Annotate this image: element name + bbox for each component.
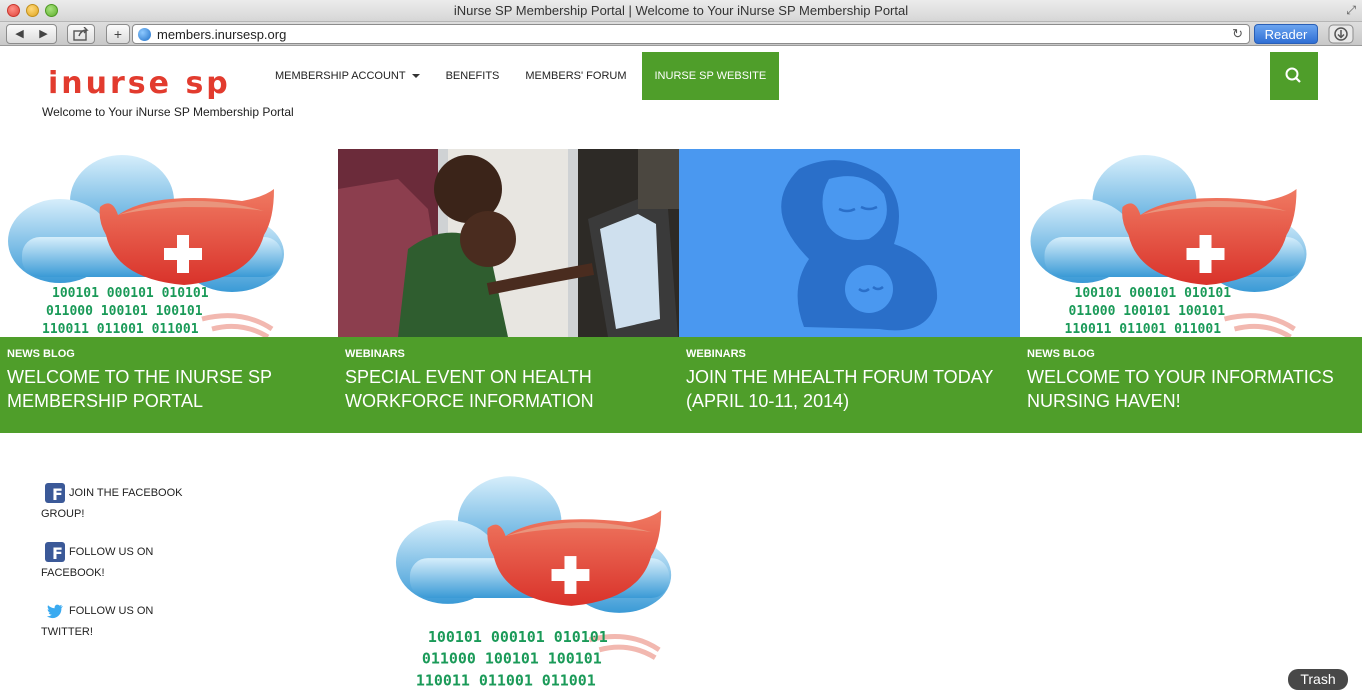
reload-icon[interactable]: ↻ — [1232, 26, 1243, 42]
chevron-down-icon — [411, 74, 420, 79]
facebook-icon — [45, 542, 65, 564]
twitter-icon — [46, 604, 63, 619]
new-tab-button[interactable]: + — [106, 24, 130, 44]
forward-arrow-icon[interactable]: ▶ — [32, 25, 56, 43]
binary-row: 011000 100101 100101 — [422, 650, 602, 668]
featured-caption: NEWS BLOG WELCOME TO YOUR INFORMATICS NU… — [1020, 337, 1362, 433]
binary-row: 100101 000101 010101 — [52, 286, 209, 301]
post-category[interactable]: WEBINARS — [345, 348, 672, 360]
reader-button[interactable]: Reader — [1254, 24, 1318, 44]
binary-row: 110011 011001 011001 — [416, 672, 596, 690]
share-icon — [73, 26, 89, 41]
binary-row: 100101 000101 010101 — [1075, 286, 1232, 301]
facebook-icon — [45, 483, 65, 505]
binary-row: 100101 000101 010101 — [428, 628, 608, 646]
featured-image[interactable]: 100101 000101 010101 011000 100101 10010… — [1020, 149, 1361, 337]
featured-image[interactable]: 100101 000101 010101 011000 100101 10010… — [0, 149, 341, 337]
back-arrow-icon[interactable]: ◀ — [8, 25, 32, 43]
window-title: iNurse SP Membership Portal | Welcome to… — [453, 3, 909, 18]
inurse-logo-image: 100101 000101 010101 011000 100101 10010… — [0, 149, 341, 337]
svg-text:inurse sp: inurse sp — [48, 66, 230, 99]
downloads-button[interactable] — [1328, 24, 1354, 44]
featured-image[interactable] — [338, 149, 679, 337]
featured-caption: WEBINARS SPECIAL EVENT ON HEALTH WORKFOR… — [338, 337, 679, 433]
address-bar[interactable]: members.inursesp.org ↻ — [132, 24, 1250, 44]
inurse-large-logo: 100101 000101 010101 011000 100101 10010… — [388, 466, 728, 696]
site-header: inurse sp Welcome to Your iNurse SP Memb… — [0, 47, 1362, 147]
post-category[interactable]: NEWS BLOG — [7, 348, 334, 360]
featured-post[interactable]: WEBINARS SPECIAL EVENT ON HEALTH WORKFOR… — [338, 149, 679, 433]
window-titlebar: iNurse SP Membership Portal | Welcome to… — [0, 0, 1362, 22]
binary-row: 110011 011001 011001 — [42, 322, 199, 337]
featured-caption: NEWS BLOG WELCOME TO THE INURSE SP MEMBE… — [0, 337, 341, 433]
download-icon — [1328, 24, 1354, 44]
post-title[interactable]: JOIN THE MHEALTH FORUM TODAY (APRIL 10-1… — [686, 365, 1013, 413]
facebook-group-link[interactable]: JOIN THE FACEBOOK GROUP! — [41, 483, 201, 525]
back-forward-buttons: ◀ ▶ — [6, 24, 57, 44]
post-category[interactable]: NEWS BLOG — [1027, 348, 1355, 360]
post-title[interactable]: WELCOME TO YOUR INFORMATICS NURSING HAVE… — [1027, 365, 1355, 413]
inurse-logo-image: 100101 000101 010101 011000 100101 10010… — [1020, 149, 1361, 337]
search-icon — [1285, 67, 1301, 83]
facebook-page-link[interactable]: FOLLOW US ON FACEBOOK! — [41, 542, 201, 584]
social-links-widget: JOIN THE FACEBOOK GROUP! FOLLOW US ON FA… — [41, 483, 201, 660]
nav-members-forum[interactable]: MEMBERS' FORUM — [512, 52, 639, 100]
globe-icon — [138, 28, 151, 41]
share-button[interactable] — [67, 24, 95, 44]
post-category[interactable]: WEBINARS — [686, 348, 1013, 360]
fullscreen-icon[interactable]: ⤢ — [1346, 3, 1356, 18]
nav-label: MEMBERSHIP ACCOUNT — [275, 70, 406, 82]
featured-post[interactable]: 100101 000101 010101 011000 100101 10010… — [0, 149, 341, 433]
address-text[interactable]: members.inursesp.org — [157, 27, 286, 42]
nav-inurse-sp-website[interactable]: INURSE SP WEBSITE — [641, 52, 780, 100]
featured-post[interactable]: 100101 000101 010101 011000 100101 10010… — [1020, 149, 1362, 433]
nav-benefits[interactable]: BENEFITS — [433, 52, 513, 100]
featured-post[interactable]: WEBINARS JOIN THE MHEALTH FORUM TODAY (A… — [679, 149, 1020, 433]
post-title[interactable]: WELCOME TO THE INURSE SP MEMBERSHIP PORT… — [7, 365, 334, 413]
twitter-link[interactable]: FOLLOW US ON TWITTER! — [41, 601, 201, 643]
featured-caption: WEBINARS JOIN THE MHEALTH FORUM TODAY (A… — [679, 337, 1020, 433]
featured-image[interactable] — [679, 149, 1020, 337]
binary-row: 011000 100101 100101 — [1069, 304, 1226, 319]
site-logo[interactable]: inurse sp — [48, 65, 230, 99]
nav-membership-account[interactable]: MEMBERSHIP ACCOUNT — [262, 52, 433, 100]
binary-row: 011000 100101 100101 — [46, 304, 203, 319]
main-navigation: MEMBERSHIP ACCOUNT BENEFITS MEMBERS' FOR… — [262, 52, 780, 100]
site-tagline: Welcome to Your iNurse SP Membership Por… — [42, 105, 294, 119]
search-button[interactable] — [1270, 52, 1318, 100]
mhealth-mother-baby-image — [679, 149, 1020, 337]
dock-trash-label: Trash — [1288, 669, 1348, 690]
binary-row: 110011 011001 011001 — [1065, 322, 1222, 337]
browser-toolbar: ◀ ▶ + members.inursesp.org ↻ Reader — [0, 22, 1362, 46]
photo-people-at-computer — [338, 149, 679, 337]
plus-icon: + — [113, 26, 123, 42]
post-title[interactable]: SPECIAL EVENT ON HEALTH WORKFORCE INFORM… — [345, 365, 672, 413]
